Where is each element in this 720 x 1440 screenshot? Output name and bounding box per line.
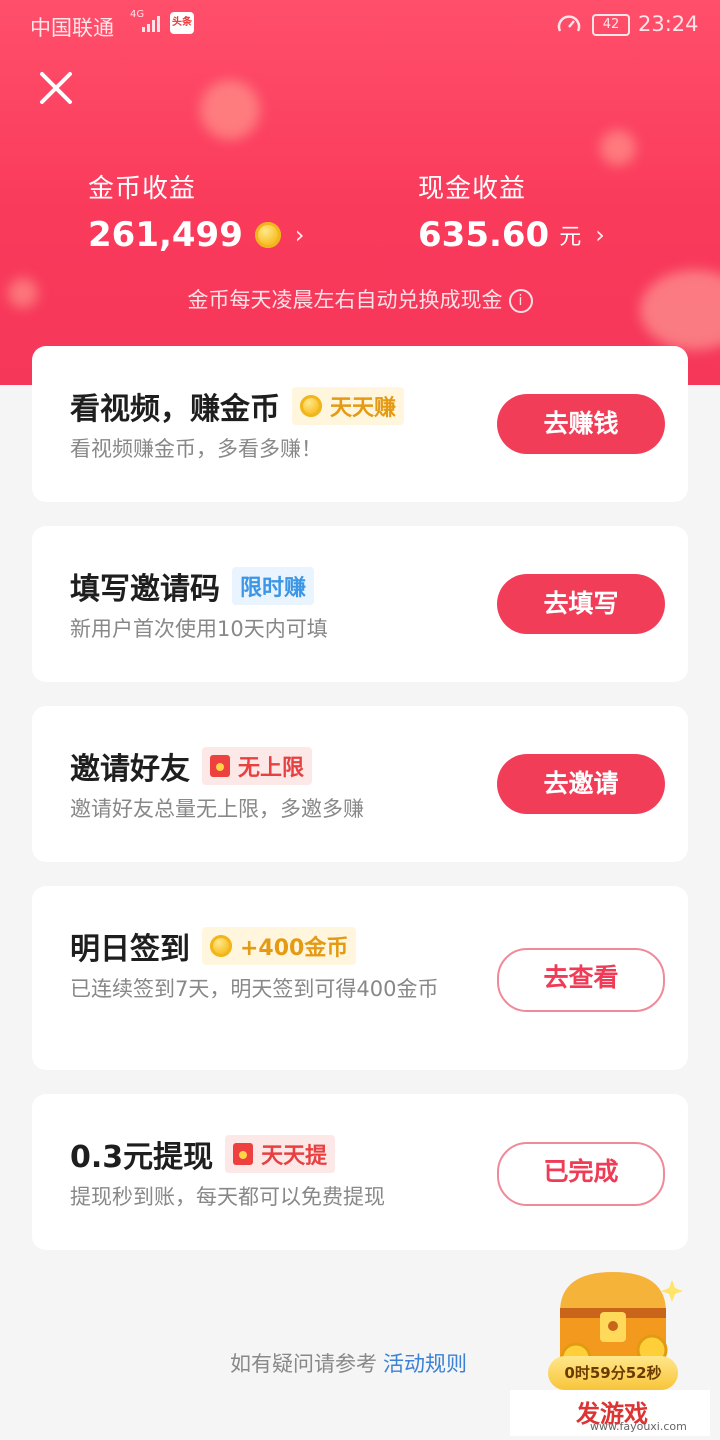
earn-money-button[interactable]: 去赚钱 (497, 394, 665, 454)
coin-icon (210, 935, 232, 957)
chevron-right-icon: › (294, 221, 305, 249)
battery-level: 42 (592, 14, 630, 36)
task-title: 邀请好友 (70, 752, 190, 787)
coin-earnings[interactable]: 金币收益 261,499 › (88, 168, 304, 255)
speedometer-icon (557, 15, 581, 32)
task-card-invite-friends: 邀请好友 无上限 邀请好友总量无上限，多邀多赚 去邀请 (32, 706, 688, 862)
chevron-right-icon: › (595, 221, 605, 249)
task-title: 看视频，赚金币 (70, 392, 280, 427)
view-button[interactable]: 去查看 (497, 948, 665, 1012)
task-tag: 天天提 (225, 1135, 336, 1173)
task-card-withdraw: 0.3元提现 天天提 提现秒到账，每天都可以免费提现 已完成 (32, 1094, 688, 1250)
signal-icon (142, 16, 160, 32)
help-footer: 如有疑问请参考 活动规则 (230, 1348, 467, 1378)
task-title: 0.3元提现 (70, 1140, 214, 1175)
exchange-note: 金币每天凌晨左右自动兑换成现金 i (0, 284, 720, 314)
completed-button[interactable]: 已完成 (497, 1142, 665, 1206)
task-tag: 限时赚 (232, 567, 315, 605)
clock: 23:24 (638, 12, 699, 36)
coin-icon (254, 222, 281, 248)
close-icon[interactable] (36, 68, 76, 108)
task-desc: 新用户首次使用10天内可填 (70, 617, 328, 641)
red-envelope-icon (233, 1143, 254, 1165)
task-tag: 天天赚 (292, 387, 405, 425)
rules-link[interactable]: 活动规则 (383, 1352, 467, 1376)
coin-icon (300, 395, 322, 417)
status-bar: 中国联通 4G 头条 42 23:24 (0, 0, 720, 50)
invite-button[interactable]: 去邀请 (497, 754, 665, 814)
task-tag: 无上限 (202, 747, 313, 785)
help-text: 如有疑问请参考 (230, 1352, 377, 1376)
info-icon[interactable]: i (508, 289, 533, 313)
exchange-note-text: 金币每天凌晨左右自动兑换成现金 (187, 288, 503, 312)
task-desc: 邀请好友总量无上限，多邀多赚 (70, 797, 364, 821)
watermark: 发游戏 www.fayouxi.com (510, 1390, 710, 1436)
task-tag: +400金币 (202, 927, 357, 965)
cash-earnings[interactable]: 现金收益 635.60 元 › (418, 168, 605, 255)
cash-earnings-value: 635.60 (418, 215, 550, 255)
news-app-icon: 头条 (170, 12, 194, 34)
task-card-sign-in: 明日签到 +400金币 已连续签到7天，明天签到可得400金币 去查看 (32, 886, 688, 1070)
cash-unit: 元 (559, 225, 582, 250)
coin-earnings-label: 金币收益 (88, 174, 197, 204)
cash-earnings-label: 现金收益 (418, 174, 527, 204)
red-envelope-icon (210, 755, 230, 777)
task-card-watch-video: 看视频，赚金币 天天赚 看视频赚金币，多看多赚！ 去赚钱 (32, 346, 688, 502)
task-title: 填写邀请码 (70, 572, 220, 607)
task-card-invite-code: 填写邀请码 限时赚 新用户首次使用10天内可填 去填写 (32, 526, 688, 682)
fill-code-button[interactable]: 去填写 (497, 574, 665, 634)
earnings-header: 中国联通 4G 头条 42 23:24 金币收益 261,499 › 现金收益 … (0, 0, 720, 385)
carrier-name: 中国联通 (30, 16, 114, 40)
task-desc: 提现秒到账，每天都可以免费提现 (70, 1185, 385, 1209)
chest-countdown: 0时59分52秒 (548, 1356, 678, 1390)
coin-earnings-value: 261,499 (88, 215, 243, 255)
task-desc: 已连续签到7天，明天签到可得400金币 (70, 977, 439, 1001)
task-desc: 看视频赚金币，多看多赚！ (70, 437, 322, 461)
watermark-url: www.fayouxi.com (590, 1420, 687, 1433)
task-title: 明日签到 (70, 932, 190, 967)
